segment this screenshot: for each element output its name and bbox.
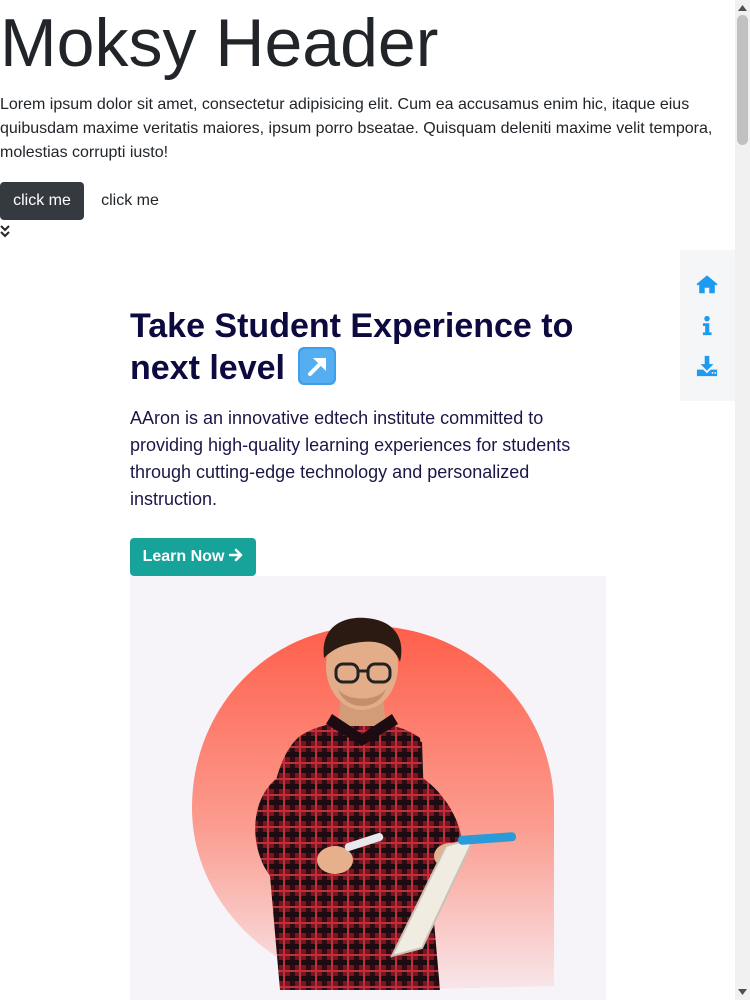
side-nav [680,250,735,401]
home-icon[interactable] [696,274,718,296]
learn-now-label: Learn Now [142,548,225,565]
double-chevron-down-icon[interactable] [0,224,10,238]
click-me-button[interactable]: click me [0,182,84,220]
hero-title-text: Take Student Experience to next level [130,307,574,387]
click-me-link-button[interactable]: click me [89,182,171,220]
intro-paragraph: Lorem ipsum dolor sit amet, consectetur … [0,96,713,161]
scrollbar-thumb[interactable] [737,15,748,145]
scroll-up-arrow-icon[interactable] [738,5,747,11]
hero-student-image [130,576,606,1000]
page: Moksy Header Lorem ipsum dolor sit amet,… [0,0,735,1000]
hero-title: Take Student Experience to next level [130,306,610,389]
learn-now-button[interactable]: Learn Now [130,538,256,576]
hero-description: AAron is an innovative edtech institute … [130,408,571,509]
scrollbar[interactable] [735,0,750,1000]
arrow-right-icon [229,548,243,562]
page-title: Moksy Header [0,5,439,81]
scroll-down-arrow-icon[interactable] [738,989,747,995]
arrow-up-right-icon [298,347,337,385]
download-icon[interactable] [696,355,718,377]
info-icon[interactable] [696,315,718,337]
